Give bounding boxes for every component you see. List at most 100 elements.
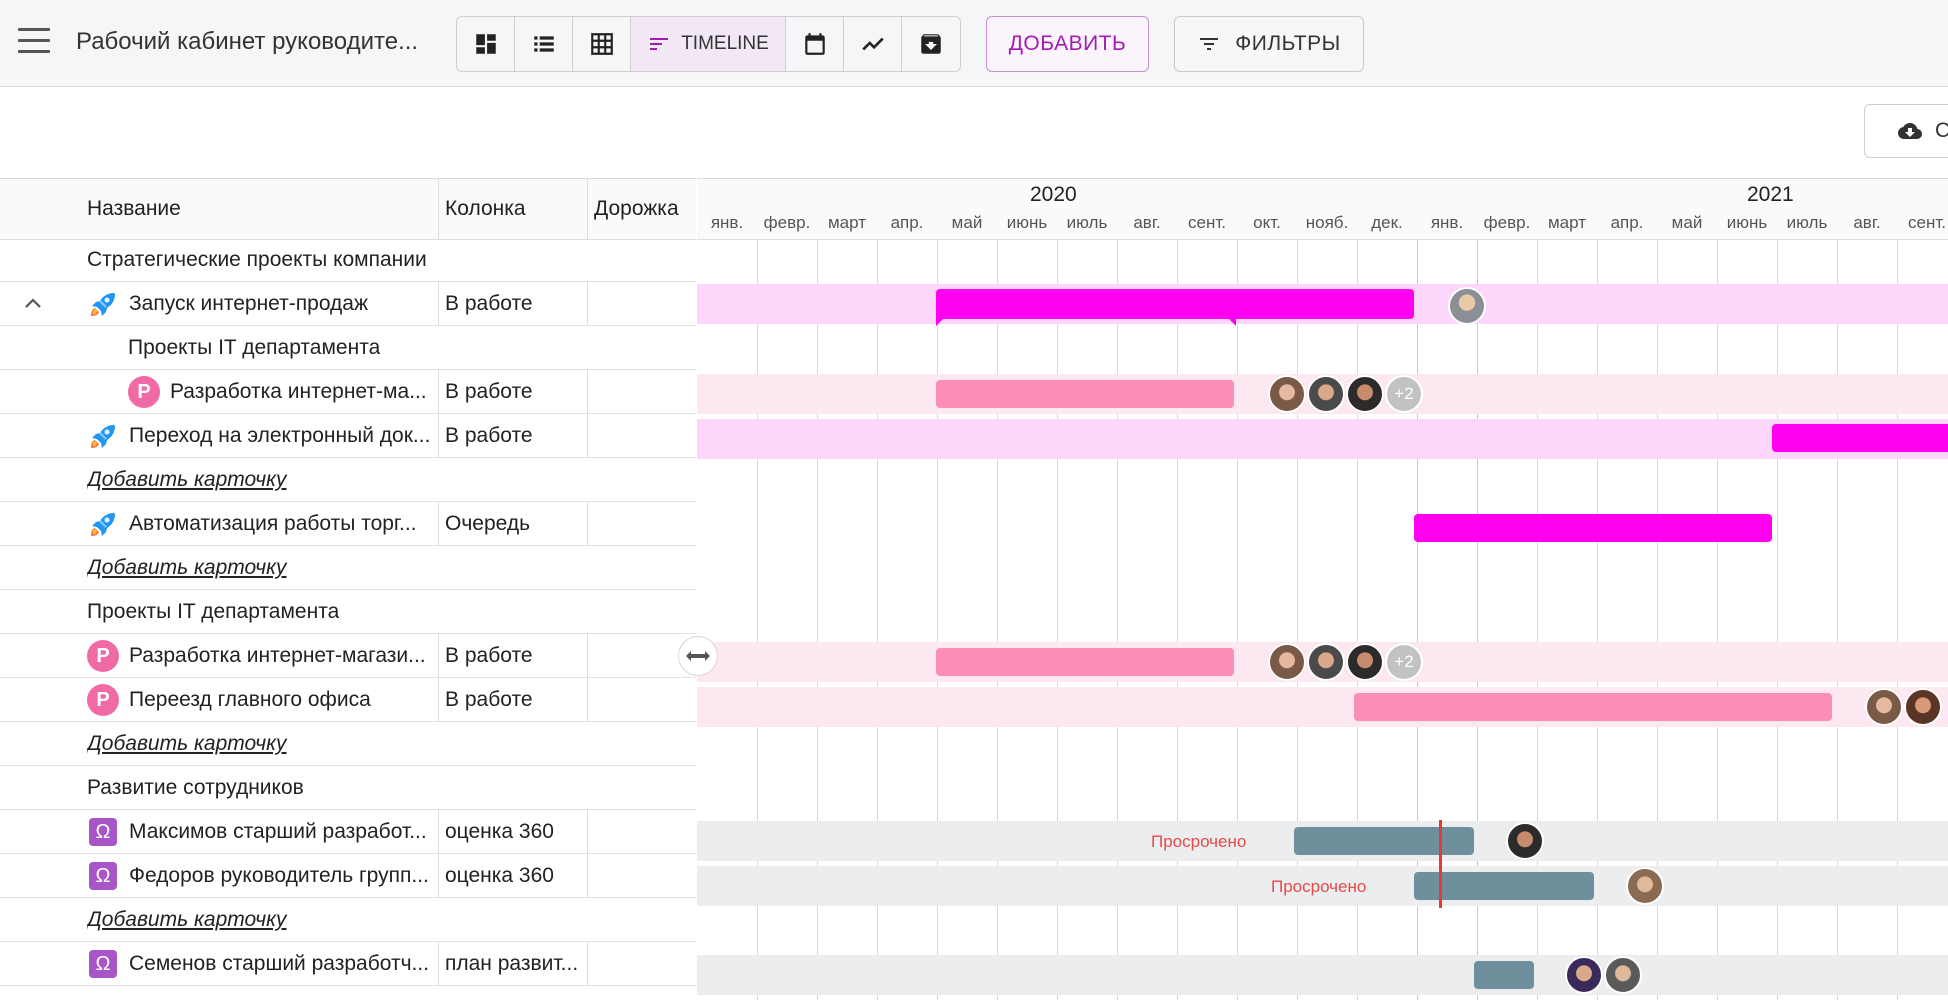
assignee-avatar[interactable] [1448,287,1486,325]
add-card-label[interactable]: Добавить карточку [87,722,287,766]
card-name[interactable]: Разработка интернет-магази... [129,634,436,678]
timeline-bar-eshop-dev[interactable] [936,380,1234,408]
table-row[interactable]: Переход на электронный док... В работе [0,414,696,458]
assignee-avatar[interactable] [1904,688,1942,726]
table-row[interactable]: P Переезд главного офиса В работе [0,678,696,722]
table-header: Название Колонка Дорожка [0,178,696,240]
filters-button[interactable]: ФИЛЬТРЫ [1174,16,1364,72]
export-label: С [1935,119,1948,142]
timeline-view-button[interactable]: TIMELINE [631,17,786,71]
table-row[interactable]: Автоматизация работы торг... Очередь [0,502,696,546]
calendar-view-icon [804,33,825,55]
month-label: июнь [1006,213,1048,232]
add-card-link[interactable]: Добавить карточку [0,722,696,766]
timeline-bar-maksimov[interactable] [1294,827,1474,855]
group-header[interactable]: Стратегические проекты компании [0,238,696,282]
archive-view-button[interactable] [902,17,959,71]
month-label: апр. [890,213,924,232]
add-card-link[interactable]: Добавить карточку [0,458,696,502]
list-view-button[interactable] [515,17,573,71]
year-label: 2020 [1030,183,1077,206]
card-column: В работе [445,380,533,403]
card-name[interactable]: Семенов старший разработч... [129,942,436,986]
assignee-avatar[interactable] [1865,688,1903,726]
omega-icon: Ω [89,862,117,890]
omega-icon: Ω [89,950,117,978]
overdue-label: Просрочено [1271,877,1367,896]
add-card-label[interactable]: Добавить карточку [87,546,287,590]
assignee-avatar[interactable] [1346,643,1384,681]
menu-icon[interactable] [18,28,50,58]
card-column: В работе [445,688,533,711]
header-name[interactable]: Название [87,179,181,239]
month-label: окт. [1253,213,1281,232]
assignee-avatar[interactable] [1307,643,1345,681]
assignee-avatar[interactable] [1346,375,1384,413]
group-header[interactable]: Развитие сотрудников [0,766,696,810]
table-row[interactable]: P Разработка интернет-магази... В работе [0,634,696,678]
year-label: 2021 [1747,183,1794,206]
card-name[interactable]: Разработка интернет-ма... [170,370,436,414]
table-row[interactable]: Ω Максимов старший разработ... оценка 360 [0,810,696,854]
card-name[interactable]: Переезд главного офиса [129,678,436,722]
project-p-icon: P [87,684,119,716]
timeline-bar-edoc[interactable] [1772,424,1948,452]
calendar-view-button[interactable] [786,17,844,71]
board-title[interactable]: Рабочий кабинет руководите... [76,28,418,56]
card-column: Очередь [445,512,531,535]
add-card-link[interactable]: Добавить карточку [0,546,696,590]
card-name[interactable]: Федоров руководитель групп... [129,854,436,898]
add-button[interactable]: ДОБАВИТЬ [986,16,1149,72]
dashboard-view-icon [475,34,496,54]
filter-icon [1200,38,1219,50]
header-lane[interactable]: Дорожка [594,179,679,239]
month-label: сент. [1908,213,1946,232]
month-label: февр. [1483,213,1531,232]
add-card-label[interactable]: Добавить карточку [87,458,287,502]
card-name[interactable]: Запуск интернет-продаж [129,282,436,326]
card-column: оценка 360 [445,820,554,843]
table-row[interactable]: P Разработка интернет-ма... В работе [0,370,696,414]
add-card-label[interactable]: Добавить карточку [87,898,287,942]
month-label: февр. [763,213,811,232]
group-title: Развитие сотрудников [87,776,304,799]
card-name[interactable]: Максимов старший разработ... [129,810,436,854]
timeline-bar-semenov[interactable] [1474,961,1534,989]
table-row[interactable]: Ω Семенов старший разработч... план развит… [0,942,696,986]
resize-handle[interactable] [678,636,718,676]
assignee-avatar[interactable] [1626,867,1664,905]
project-p-icon: P [87,640,119,672]
month-label: июнь [1726,213,1768,232]
export-button[interactable]: С [1864,104,1948,158]
timeline-bar-office-move[interactable] [1354,693,1832,721]
timeline-bar-eshop-dev-2[interactable] [936,648,1234,676]
month-label: июль [1066,213,1108,232]
timeline-bar-trade-automation[interactable] [1414,514,1772,542]
group-header[interactable]: Проекты IT департамента [0,326,696,370]
group-header[interactable]: Проекты IT департамента [0,590,696,634]
table-view-button[interactable] [573,17,631,71]
more-assignees[interactable]: +2 [1385,375,1423,413]
card-name[interactable]: Автоматизация работы торг... [129,502,436,546]
assignee-avatar[interactable] [1506,822,1544,860]
card-name[interactable]: Переход на электронный док... [129,414,436,458]
assignee-avatar[interactable] [1565,956,1603,994]
add-card-link[interactable]: Добавить карточку [0,898,696,942]
timeline-view-label: TIMELINE [681,33,769,54]
group-title: Стратегические проекты компании [87,248,427,271]
table-row[interactable]: Запуск интернет-продаж В работе [0,282,696,326]
assignee-avatar[interactable] [1604,956,1642,994]
archive-view-icon [920,34,941,54]
assignee-avatar[interactable] [1268,643,1306,681]
timeline-bar-internet-sales[interactable] [936,289,1414,319]
dashboard-view-button[interactable] [457,17,515,71]
chart-view-button[interactable] [844,17,902,71]
header-column[interactable]: Колонка [445,179,526,239]
table-row[interactable]: Ω Федоров руководитель групп... оценка 360 [0,854,696,898]
assignee-avatar[interactable] [1268,375,1306,413]
chart-view-icon [861,37,884,51]
assignee-avatar[interactable] [1307,375,1345,413]
more-assignees[interactable]: +2 [1385,643,1423,681]
month-label: апр. [1610,213,1644,232]
collapse-chevron-icon[interactable] [24,296,41,310]
